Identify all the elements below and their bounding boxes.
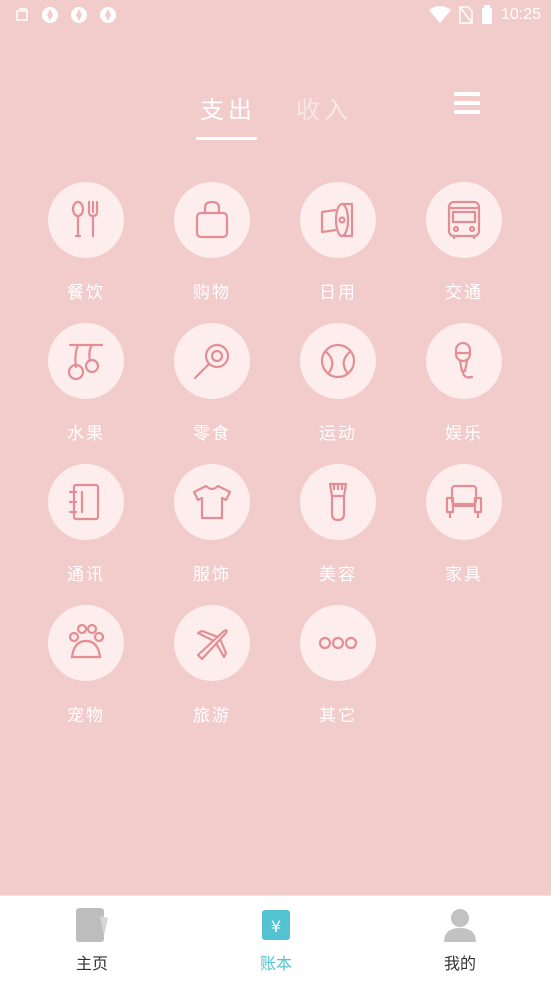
category-clothing[interactable]: 服饰 [152,464,272,594]
app-icon [71,7,87,23]
category-fruit[interactable]: 水果 [26,323,146,453]
category-other[interactable]: 其它 [278,605,398,735]
ledger-icon: ¥ [262,910,290,940]
toilet-paper-icon [320,202,354,238]
gallery-icon [16,8,28,21]
tab-expense[interactable]: 支出 [200,90,256,125]
status-left-icons [14,6,117,24]
category-sports[interactable]: 运动 [278,323,398,453]
utensils-icon [71,200,99,238]
tab-indicator [196,137,257,140]
armchair-icon [445,484,483,518]
shopping-bag-icon [195,200,229,239]
category-label: 家具 [445,565,483,585]
home-notebook-icon [76,908,108,942]
category-label: 运动 [319,424,357,444]
category-label: 娱乐 [445,424,483,444]
user-icon [444,909,476,942]
category-pets[interactable]: 宠物 [26,605,146,735]
nav-label: 账本 [259,954,292,973]
tshirt-icon [192,484,232,520]
category-label: 美容 [319,565,357,585]
bottom-nav: 主页 ¥ 账本 我的 [0,895,551,982]
address-book-icon [68,483,100,521]
status-right-icons: 10:25 [428,5,541,25]
category-travel[interactable]: 旅游 [152,605,272,735]
svg-text:¥: ¥ [271,917,281,936]
category-label: 零食 [193,424,231,444]
ball-icon [320,343,356,379]
category-label: 水果 [67,424,105,444]
category-label: 交通 [445,283,483,303]
microphone-icon [454,341,474,379]
category-label: 日用 [319,283,357,303]
menu-icon[interactable] [454,92,480,114]
category-shopping[interactable]: 购物 [152,182,272,312]
category-label: 购物 [193,283,231,303]
no-sim-icon [459,6,473,24]
category-label: 餐饮 [67,283,105,303]
status-time: 10:25 [500,6,541,23]
category-transport[interactable]: 交通 [404,182,524,312]
airplane-icon [196,629,228,661]
nav-home[interactable]: 主页 [0,896,184,982]
wifi-icon [428,6,451,23]
category-catering[interactable]: 餐饮 [26,182,146,312]
paw-icon [68,623,105,659]
category-label: 旅游 [193,706,231,726]
category-label: 通讯 [67,565,105,585]
type-tabs: 支出 收入 [0,86,551,146]
category-label: 服饰 [193,565,231,585]
nav-ledger[interactable]: ¥ 账本 [184,896,368,982]
bus-icon [447,200,481,239]
battery-icon [481,5,492,24]
makeup-brush-icon [328,482,348,522]
nav-label: 主页 [75,954,108,973]
tab-income[interactable]: 收入 [296,90,352,125]
category-entertainment[interactable]: 娱乐 [404,323,524,453]
category-label: 宠物 [67,706,105,726]
status-bar: 10:25 [0,0,551,32]
app-icon [42,7,58,23]
nav-me[interactable]: 我的 [368,896,551,982]
app-icon [100,7,116,23]
nav-label: 我的 [443,954,476,973]
category-daily-use[interactable]: 日用 [278,182,398,312]
lollipop-icon [193,343,230,380]
category-label: 其它 [319,706,357,726]
cherry-icon [67,343,104,381]
category-furniture[interactable]: 家具 [404,464,524,594]
more-icon [318,636,358,650]
category-beauty[interactable]: 美容 [278,464,398,594]
category-communication[interactable]: 通讯 [26,464,146,594]
category-snacks[interactable]: 零食 [152,323,272,453]
